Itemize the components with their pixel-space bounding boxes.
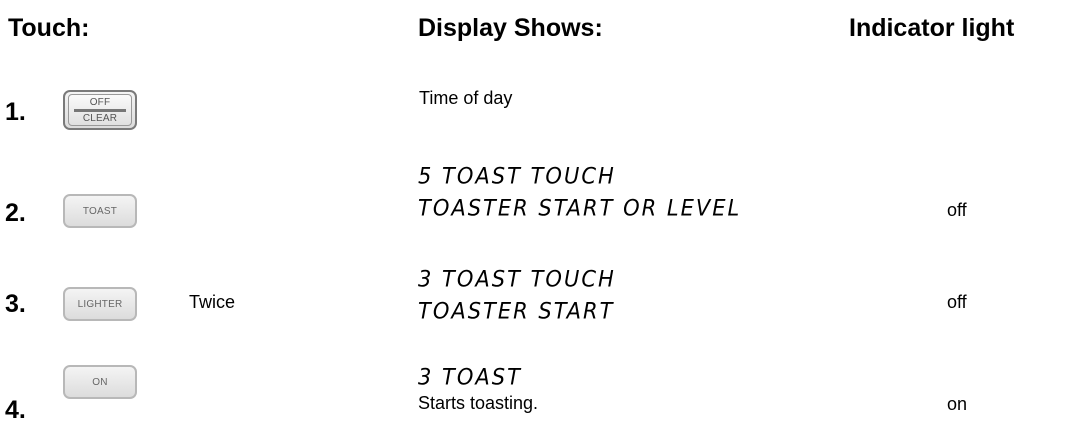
off-clear-button-divider	[74, 108, 126, 112]
step-1-number: 1.	[5, 98, 26, 126]
step-2-indicator: off	[947, 200, 967, 220]
header-indicator-light: Indicator light	[849, 14, 1015, 42]
off-clear-button-bottom-label: CLEAR	[82, 112, 118, 124]
step-3-indicator: off	[947, 292, 967, 312]
step-2-display-line-2: TOASTER START OR LEVEL	[418, 195, 742, 221]
on-button[interactable]: ON	[63, 365, 137, 399]
step-4-indicator: on	[947, 394, 968, 414]
step-4-number: 4.	[5, 396, 26, 424]
step-1-display-text: Time of day	[419, 88, 513, 108]
step-4-display-line-1: 3 TOAST	[418, 364, 522, 390]
header-touch: Touch:	[8, 14, 90, 42]
step-3-note: Twice	[189, 292, 236, 312]
step-4-display-note: Starts toasting.	[418, 393, 539, 413]
header-display-shows: Display Shows:	[418, 14, 603, 42]
step-3-display-line-1: 3 TOAST TOUCH	[418, 266, 616, 292]
toast-button[interactable]: TOAST	[63, 194, 137, 228]
step-2-display-line-1: 5 TOAST TOUCH	[418, 163, 616, 189]
step-2-number: 2.	[5, 199, 26, 227]
step-3-number: 3.	[5, 290, 26, 318]
off-clear-button[interactable]: OFF CLEAR	[63, 90, 137, 130]
lighter-button[interactable]: LIGHTER	[63, 287, 137, 321]
step-3-display-line-2: TOASTER START	[418, 298, 615, 324]
off-clear-button-top-label: OFF	[89, 96, 111, 108]
